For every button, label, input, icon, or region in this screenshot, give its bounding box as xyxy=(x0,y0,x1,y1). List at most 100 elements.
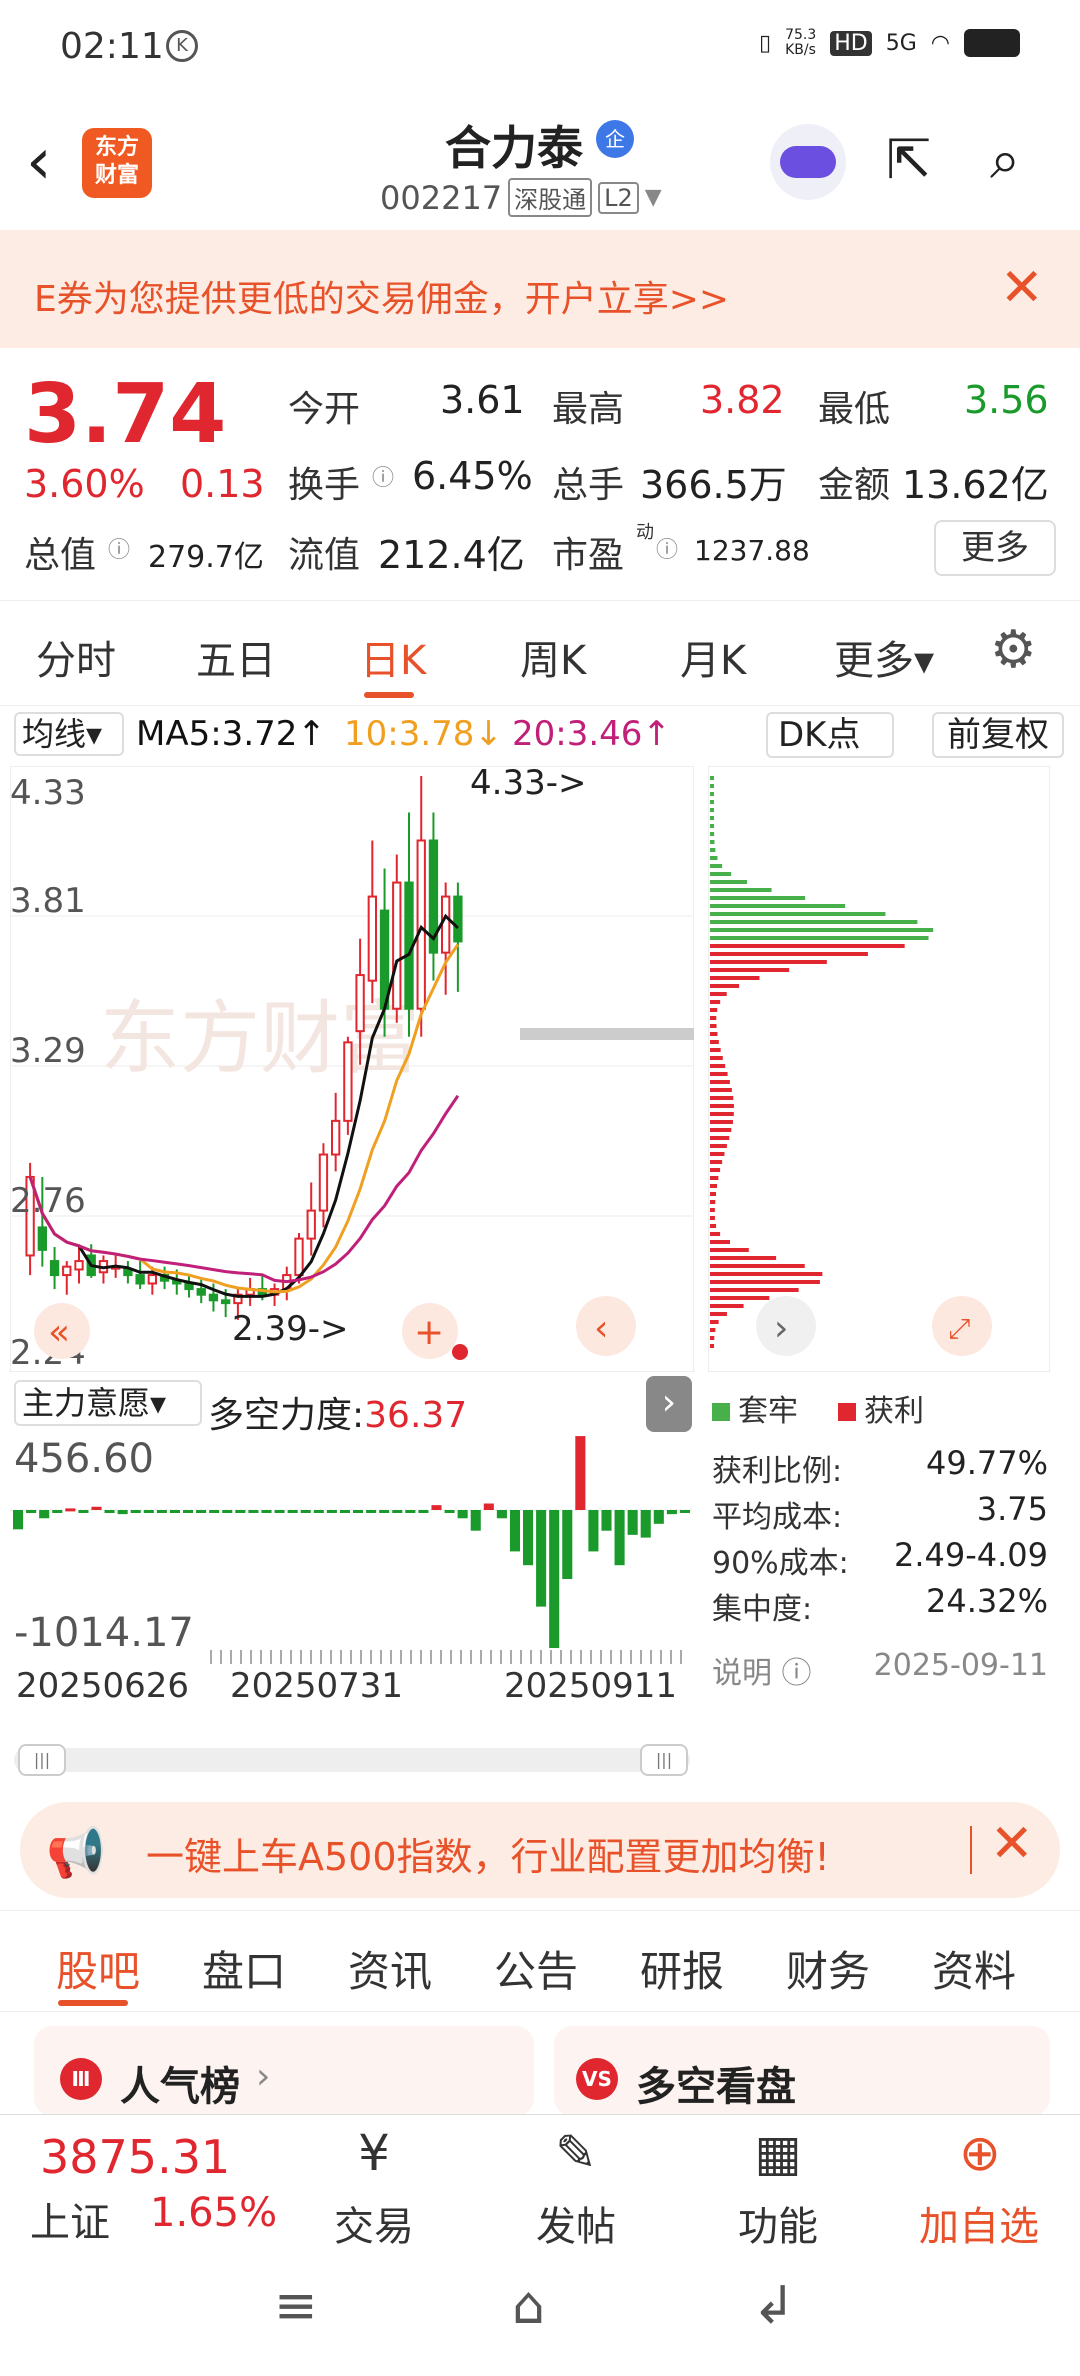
range-slider[interactable] xyxy=(14,1748,690,1772)
app-logo[interactable]: 东方 财富 xyxy=(82,128,152,198)
tab-pankou[interactable]: 盘口 xyxy=(202,1938,286,1999)
flow-bar xyxy=(39,1510,50,1519)
flow-bar xyxy=(287,1510,298,1513)
trade-label[interactable]: 交易 xyxy=(314,2194,434,2252)
flow-bar xyxy=(222,1510,233,1513)
ad-text[interactable]: 一键上车A500指数，行业配置更加均衡! xyxy=(146,1826,830,1881)
function-icon[interactable]: ▦ xyxy=(718,2124,838,2182)
share-icon[interactable]: ⇱ xyxy=(886,128,931,191)
dk-point-button[interactable]: DK点 xyxy=(766,712,894,758)
chip-bar xyxy=(710,1272,823,1276)
popularity-card[interactable]: Ⅲ 人气榜 › xyxy=(34,2026,534,2116)
long-short-value: 36.37 xyxy=(364,1395,468,1436)
flow-bar xyxy=(483,1503,494,1510)
long-short-card[interactable]: VS 多空看盘 xyxy=(554,2026,1050,2116)
search-icon[interactable]: ⌕ xyxy=(990,128,1020,192)
chip-bar xyxy=(710,1240,730,1244)
chip-bar xyxy=(710,1016,717,1020)
signal-icon: 5G xyxy=(885,30,917,56)
post-icon[interactable]: ✎ xyxy=(516,2124,636,2182)
back-nav-icon[interactable]: ↲ xyxy=(752,2276,796,2336)
flow-bar xyxy=(601,1510,612,1531)
flow-bar xyxy=(366,1510,377,1513)
legend-trapped-text: 套牢 xyxy=(738,1394,798,1429)
promo-text[interactable]: E券为您提供更低的交易佣金，开户立享>> xyxy=(34,270,729,322)
index-value[interactable]: 3875.31 xyxy=(40,2130,230,2184)
info-icon[interactable]: ⓘ xyxy=(656,532,678,564)
add-watchlist-icon[interactable]: ⊕ xyxy=(920,2124,1040,2182)
tab-five-day[interactable]: 五日 xyxy=(196,628,276,686)
enterprise-badge[interactable]: 企 xyxy=(596,120,634,158)
stock-code-row[interactable]: 002217 深股通 L2 ▼ xyxy=(380,178,662,217)
ma-selector[interactable]: 均线▾ xyxy=(14,712,124,756)
flow-bar xyxy=(549,1510,560,1649)
tab-finance[interactable]: 财务 xyxy=(786,1938,870,1999)
tab-more[interactable]: 更多▾ xyxy=(834,628,934,686)
function-label[interactable]: 功能 xyxy=(718,2194,838,2252)
tab-profile[interactable]: 资料 xyxy=(932,1938,1016,1999)
more-button[interactable]: 更多 xyxy=(934,520,1056,576)
candle xyxy=(74,1260,84,1271)
ma5-value: MA5:3.72↑ xyxy=(136,714,326,754)
info-icon[interactable]: ⓘ xyxy=(108,532,130,564)
legend-profit: 获利 xyxy=(838,1386,924,1430)
flow-bar xyxy=(353,1510,364,1513)
chip-bar xyxy=(710,888,772,892)
amount-value: 13.62亿 xyxy=(902,463,1049,507)
back-button[interactable]: ‹ xyxy=(26,130,52,194)
chip-bar xyxy=(710,800,715,804)
tab-daily-k[interactable]: 日K xyxy=(360,628,426,686)
add-watchlist-label[interactable]: 加自选 xyxy=(904,2194,1054,2252)
chip-bar xyxy=(710,944,905,948)
k-line-chart[interactable]: 东方财富 4.33 3.81 3.29 2.76 2.24 4.33-> 2.3… xyxy=(10,766,694,1372)
tab-intraday[interactable]: 分时 xyxy=(36,628,116,686)
close-icon[interactable]: ✕ xyxy=(1000,258,1044,318)
cost-90-value: 2.49-4.09 xyxy=(893,1536,1048,1574)
plus-icon: + xyxy=(414,1312,444,1353)
low-label: 最低 xyxy=(818,389,891,430)
tab-weekly-k[interactable]: 周K xyxy=(520,628,586,686)
tab-announcements[interactable]: 公告 xyxy=(494,1938,578,1999)
ai-assistant-icon[interactable] xyxy=(770,124,846,200)
info-icon[interactable]: ⓘ xyxy=(372,460,394,492)
gear-icon[interactable]: ⚙ xyxy=(990,620,1037,680)
menu-icon[interactable]: ≡ xyxy=(274,2276,318,2336)
flow-bar xyxy=(117,1510,128,1515)
ad-banner[interactable]: 📢 一键上车A500指数，行业配置更加均衡! ✕ xyxy=(20,1802,1060,1898)
popularity-title: 人气榜 xyxy=(120,2064,240,2110)
profit-ratio-label: 获利比例: xyxy=(712,1454,843,1489)
slider-handle-right[interactable]: ||| xyxy=(640,1744,688,1776)
avg-cost-value: 3.75 xyxy=(976,1490,1048,1528)
indicator-selector[interactable]: 主力意愿▾ xyxy=(14,1380,202,1426)
active-tab-indicator xyxy=(364,692,414,698)
chip-bar xyxy=(710,992,727,996)
note-label[interactable]: 说明 ⓘ xyxy=(712,1648,812,1692)
home-icon[interactable]: ⌂ xyxy=(512,2276,545,2336)
stock-name: 合力泰 xyxy=(445,121,583,175)
chip-bar xyxy=(710,1320,719,1324)
mktcap-label: 总值 xyxy=(24,535,97,576)
high-value: 3.82 xyxy=(700,378,785,422)
y-label-3.29: 3.29 xyxy=(10,1031,86,1071)
chip-bar xyxy=(710,952,868,956)
chip-bar xyxy=(710,880,747,884)
adjust-mode-button[interactable]: 前复权 xyxy=(932,712,1064,758)
tab-monthly-k[interactable]: 月K xyxy=(680,628,746,686)
slider-handle-left[interactable]: ||| xyxy=(18,1744,66,1776)
post-label[interactable]: 发帖 xyxy=(516,2194,636,2252)
flow-bar xyxy=(169,1510,180,1513)
change-percent: 3.60% xyxy=(24,462,145,506)
flow-bar xyxy=(470,1510,481,1531)
flow-bar xyxy=(418,1510,429,1513)
tab-research[interactable]: 研报 xyxy=(640,1938,724,1999)
trade-icon[interactable]: ¥ xyxy=(314,2124,434,2182)
promo-banner[interactable]: E券为您提供更低的交易佣金，开户立享>> ✕ xyxy=(0,230,1080,348)
date-start: 20250626 xyxy=(16,1666,190,1706)
tab-news[interactable]: 资讯 xyxy=(348,1938,432,1999)
close-icon[interactable]: ✕ xyxy=(990,1814,1034,1874)
flow-bar xyxy=(156,1510,167,1513)
expand-arrow-button[interactable]: › xyxy=(646,1376,692,1432)
flow-bar xyxy=(588,1510,599,1552)
chip-bar xyxy=(710,1048,721,1052)
tab-guba[interactable]: 股吧 xyxy=(56,1938,140,1999)
